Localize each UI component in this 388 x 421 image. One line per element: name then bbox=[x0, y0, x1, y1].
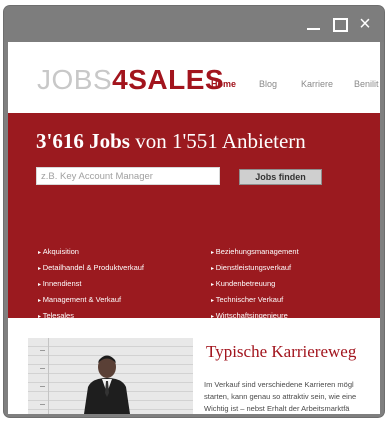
career-paths-section: Typische Karriereweg Im Verkauf sind ver… bbox=[8, 318, 380, 414]
logo-part-4: 4 bbox=[112, 64, 129, 95]
category-link[interactable]: Kundenbetreuung bbox=[211, 279, 276, 288]
category-link[interactable]: Akquisition bbox=[38, 247, 79, 256]
hero-title: 3'616 Jobs von 1'551 Anbietern bbox=[36, 129, 306, 154]
content-line: starten, kann genau so attraktiv sein, w… bbox=[204, 392, 357, 401]
photo-ruler-tick bbox=[40, 386, 45, 387]
nav-home[interactable]: Home bbox=[211, 79, 236, 89]
find-jobs-button[interactable]: Jobs finden bbox=[239, 169, 322, 185]
nav-karriere[interactable]: Karriere bbox=[301, 79, 333, 89]
job-count: 3'616 Jobs bbox=[36, 129, 130, 153]
logo-part-jobs: JOBS bbox=[37, 64, 113, 95]
category-link[interactable]: Innendienst bbox=[38, 279, 82, 288]
photo-ruler-tick bbox=[40, 404, 45, 405]
category-link[interactable]: Technischer Verkauf bbox=[211, 295, 284, 304]
search-input[interactable]: z.B. Key Account Manager bbox=[36, 167, 220, 185]
provider-count: von 1'551 Anbietern bbox=[129, 129, 306, 153]
maximize-icon[interactable] bbox=[330, 13, 350, 35]
category-link[interactable]: Management & Verkauf bbox=[38, 295, 121, 304]
photo-ruler-line bbox=[48, 338, 49, 414]
photo-ruler-tick bbox=[40, 368, 45, 369]
category-link[interactable]: Beziehungsmanagement bbox=[211, 247, 299, 256]
title-bar: × bbox=[4, 6, 384, 42]
category-link[interactable]: Detailhandel & Produktverkauf bbox=[38, 263, 144, 272]
close-icon[interactable]: × bbox=[355, 13, 375, 35]
category-link[interactable]: Dienstleistungsverkauf bbox=[211, 263, 291, 272]
content-line: Wichtig ist – nebst Erhalt der Arbeitsma… bbox=[204, 404, 350, 413]
minimize-icon[interactable] bbox=[304, 13, 324, 35]
content-title: Typische Karriereweg bbox=[206, 342, 357, 361]
hero-search-panel: 3'616 Jobs von 1'551 Anbietern z.B. Key … bbox=[8, 113, 380, 320]
nav-blog[interactable]: Blog bbox=[259, 79, 277, 89]
site-logo[interactable]: JOBS4SALES bbox=[37, 64, 224, 96]
site-header: JOBS4SALES Home Blog Karriere Benilit bbox=[8, 42, 380, 113]
browser-window: × JOBS4SALES Home Blog Karriere Benilit … bbox=[4, 6, 384, 417]
nav-more[interactable]: Benilit bbox=[354, 79, 379, 89]
content-line: Im Verkauf sind verschiedene Karrieren m… bbox=[204, 380, 354, 389]
businessman-figure bbox=[84, 355, 130, 414]
photo-ruler-tick bbox=[40, 350, 45, 351]
logo-part-sales: SALES bbox=[128, 64, 225, 95]
page-viewport: JOBS4SALES Home Blog Karriere Benilit 3'… bbox=[8, 42, 380, 414]
